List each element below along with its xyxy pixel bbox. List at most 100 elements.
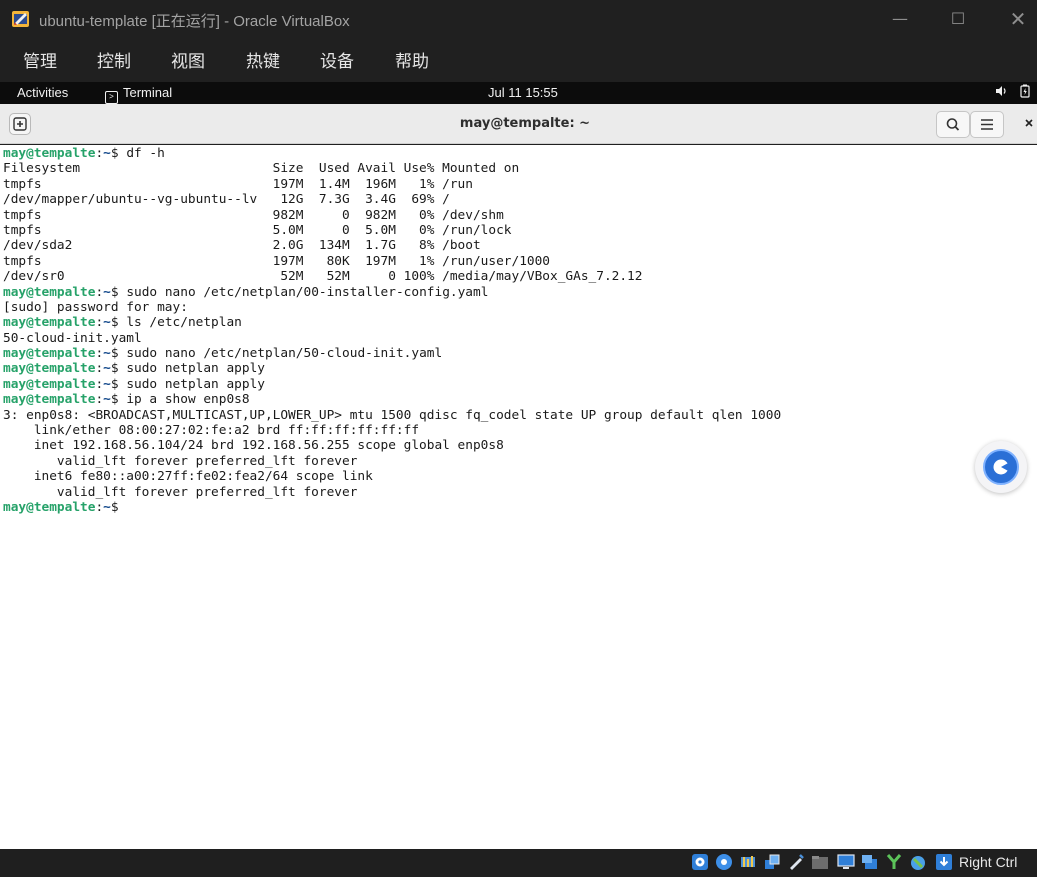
prompt-separator: : — [95, 346, 104, 362]
terminal-output-line: tmpfs 197M 1.4M 196M 1% /run — [3, 176, 473, 192]
window-title: ubuntu-template [正在运行] - Oracle VirtualB… — [39, 13, 350, 30]
terminal-output-line: tmpfs 5.0M 0 5.0M 0% /run/lock — [3, 222, 512, 238]
terminal-prompt-line: may@tempalte:~$ sudo nano /etc/netplan/0… — [3, 285, 781, 300]
menu-help[interactable]: 帮助 — [395, 47, 429, 72]
vm-menu-bar: 管理 控制 视图 热键 设备 帮助 — [0, 38, 1037, 82]
hamburger-menu-button[interactable] — [970, 111, 1004, 138]
command-text: sudo netplan apply — [118, 376, 265, 392]
prompt-user: may@tempalte — [3, 146, 96, 161]
menu-view[interactable]: 视图 — [171, 47, 205, 72]
terminal-output-line: /dev/sr0 52M 52M 0 100% /media/may/VBox_… — [3, 269, 643, 285]
prompt-separator: : — [95, 361, 104, 377]
network-icon[interactable] — [763, 853, 781, 871]
prompt-user: may@tempalte — [3, 284, 96, 300]
terminal-title: may@tempalte: ~ — [459, 116, 591, 131]
terminal-output-line: /dev/sda2 2.0G 134M 1.7G 8% /boot — [3, 238, 481, 254]
menu-machine[interactable]: 管理 — [23, 47, 57, 72]
prompt-user: may@tempalte — [3, 392, 96, 408]
host-key-indicator[interactable]: Right Ctrl — [959, 854, 1017, 870]
search-icon — [946, 118, 960, 131]
terminal-output-line: tmpfs 197M 80K 197M 1% /run/user/1000 — [3, 253, 551, 269]
command-text: sudo nano /etc/netplan/50-cloud-init.yam… — [118, 346, 443, 362]
prompt-separator: : — [95, 499, 104, 515]
command-text: ls /etc/netplan — [118, 315, 242, 331]
prompt-path: ~ — [103, 361, 111, 377]
prompt-path: ~ — [103, 146, 111, 161]
prompt-symbol: $ — [110, 315, 119, 331]
hamburger-icon — [981, 119, 993, 130]
terminal-output-line: Filesystem Size Used Avail Use% Mounted … — [3, 161, 520, 177]
system-tray[interactable] — [995, 84, 1031, 99]
minimize-button[interactable]: — — [877, 0, 923, 38]
shared-folders-icon[interactable] — [811, 853, 829, 871]
prompt-path: ~ — [103, 376, 111, 392]
terminal-output-line: link/ether 08:00:27:02:fe:a2 brd ff:ff:f… — [3, 423, 420, 439]
terminal-close-button[interactable] — [1021, 115, 1037, 131]
menu-control[interactable]: 控制 — [97, 47, 131, 72]
prompt-symbol: $ — [110, 146, 119, 161]
terminal-prompt-line: may@tempalte:~$ — [3, 500, 781, 515]
prompt-separator: : — [95, 146, 104, 161]
command-text: df -h — [118, 146, 165, 161]
terminal-icon: > — [105, 91, 118, 104]
menu-hotkeys[interactable]: 热键 — [246, 47, 280, 72]
prompt-symbol: $ — [110, 284, 119, 300]
terminal-prompt-line: may@tempalte:~$ ip a show enp0s8 — [3, 392, 781, 407]
prompt-symbol: $ — [110, 346, 119, 362]
app-menu-terminal[interactable]: > Terminal — [105, 85, 172, 104]
terminal-prompt-line: may@tempalte:~$ sudo netplan apply — [3, 361, 781, 376]
prompt-symbol: $ — [110, 376, 119, 392]
terminal-output-line: valid_lft forever preferred_lft forever — [3, 453, 358, 469]
terminal-output[interactable]: may@tempalte:~$ df -h Filesystem Size Use… — [0, 145, 1037, 849]
prompt-path: ~ — [103, 392, 111, 408]
command-text: sudo nano /etc/netplan/00-installer-conf… — [118, 284, 489, 300]
prompt-path: ~ — [103, 346, 111, 362]
prompt-symbol: $ — [110, 499, 119, 515]
vm-status-bar: Right Ctrl — [0, 849, 1037, 877]
terminal-output-line: [sudo] password for may: — [3, 299, 188, 315]
recording-icon[interactable] — [861, 853, 879, 871]
display-icon[interactable] — [837, 853, 855, 871]
cd-icon[interactable] — [715, 853, 733, 871]
prompt-symbol: $ — [110, 361, 119, 377]
app-menu-label: Terminal — [123, 85, 173, 100]
prompt-user: may@tempalte — [3, 499, 96, 515]
prompt-separator: : — [95, 376, 104, 392]
optical-drive-icon[interactable] — [691, 853, 709, 871]
floating-assistant-button[interactable] — [975, 441, 1027, 493]
terminal-output-line: 3: enp0s8: <BROADCAST,MULTICAST,UP,LOWER… — [3, 407, 782, 423]
terminal-headerbar: may@tempalte: ~ — [0, 104, 1037, 144]
keyboard-icon[interactable] — [935, 853, 953, 871]
maximize-button[interactable]: ☐ — [935, 0, 981, 38]
terminal-output-line: inet6 fe80::a00:27ff:fe02:fea2/64 scope … — [3, 469, 373, 485]
assistant-icon — [983, 449, 1019, 485]
vm-window-titlebar: ubuntu-template [正在运行] - Oracle VirtualB… — [0, 0, 1037, 38]
clock[interactable]: Jul 11 15:55 — [488, 85, 558, 100]
terminal-output-line: tmpfs 982M 0 982M 0% /dev/shm — [3, 207, 504, 223]
terminal-prompt-line: may@tempalte:~$ ls /etc/netplan — [3, 315, 781, 330]
audio-icon[interactable] — [739, 853, 757, 871]
prompt-symbol: $ — [110, 392, 119, 408]
mouse-integration-icon[interactable] — [909, 853, 927, 871]
close-window-button[interactable]: ✕ — [995, 0, 1037, 38]
terminal-lines: may@tempalte:~$ df -h Filesystem Size Use… — [3, 146, 781, 515]
prompt-user: may@tempalte — [3, 361, 96, 377]
prompt-separator: : — [95, 392, 104, 408]
activities-button[interactable]: Activities — [17, 85, 68, 100]
close-icon — [1025, 119, 1033, 127]
prompt-user: may@tempalte — [3, 346, 96, 362]
terminal-prompt-line: may@tempalte:~$ df -h — [3, 146, 781, 161]
search-button[interactable] — [936, 111, 970, 138]
prompt-user: may@tempalte — [3, 376, 96, 392]
terminal-prompt-line: may@tempalte:~$ sudo nano /etc/netplan/5… — [3, 346, 781, 361]
volume-icon — [996, 86, 1006, 96]
command-text: sudo netplan apply — [118, 361, 265, 377]
terminal-output-line: /dev/mapper/ubuntu--vg-ubuntu--lv 12G 7.… — [3, 192, 450, 208]
vm-icon[interactable] — [885, 853, 903, 871]
menu-devices[interactable]: 设备 — [320, 47, 354, 72]
terminal-output-line: valid_lft forever preferred_lft forever — [3, 484, 358, 500]
usb-icon[interactable] — [787, 853, 805, 871]
command-text: ip a show enp0s8 — [118, 392, 250, 408]
prompt-path: ~ — [103, 315, 111, 331]
terminal-prompt-line: may@tempalte:~$ sudo netplan apply — [3, 377, 781, 392]
